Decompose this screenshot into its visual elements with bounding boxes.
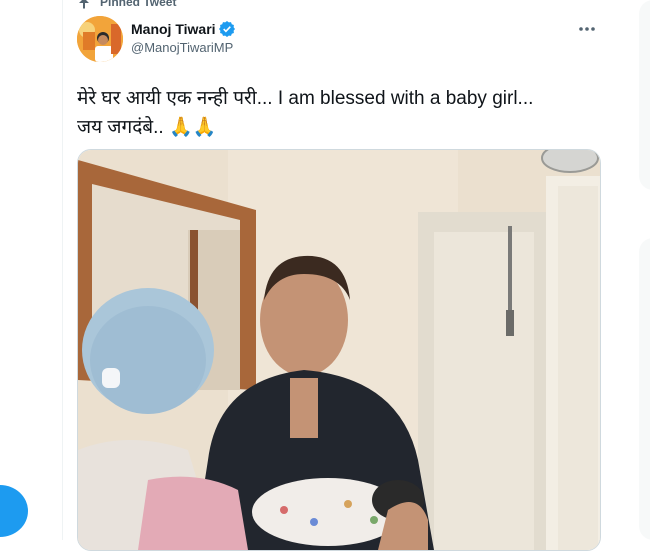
tweet-card[interactable]: Pinned Tweet Manoj Tiwari @ManojTiwariMP… xyxy=(62,0,612,551)
right-sidebar xyxy=(611,0,650,540)
left-sidebar xyxy=(0,0,62,540)
tweet-text-line-2: जय जगदंबे.. 🙏🙏 xyxy=(77,117,217,138)
tweet-text-line-1: मेरे घर आयी एक नन्ही परी... I am blessed… xyxy=(77,88,534,109)
more-horizontal-icon[interactable] xyxy=(577,24,597,34)
author-name[interactable]: Manoj Tiwari xyxy=(131,21,216,37)
tweet-text: मेरे घर आयी एक नन्ही परी... I am blessed… xyxy=(77,84,607,142)
pin-icon xyxy=(79,0,89,9)
verified-badge-icon xyxy=(218,21,235,37)
author-handle[interactable]: @ManojTiwariMP xyxy=(131,40,235,55)
author-info[interactable]: Manoj Tiwari @ManojTiwariMP xyxy=(131,21,235,55)
author-avatar[interactable] xyxy=(77,16,123,62)
compose-tweet-button[interactable] xyxy=(0,485,28,537)
right-widget-card xyxy=(639,0,650,190)
pinned-indicator: Pinned Tweet xyxy=(77,0,176,10)
pinned-label: Pinned Tweet xyxy=(100,0,177,9)
tweet-photo[interactable] xyxy=(77,149,601,551)
right-widget-card xyxy=(639,238,650,540)
